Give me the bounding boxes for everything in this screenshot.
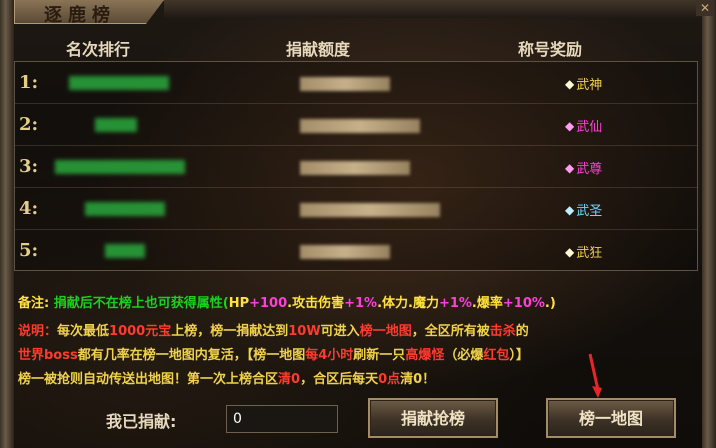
desc-text: （必爆 — [444, 348, 484, 363]
gem-icon: ◆ — [565, 202, 575, 217]
column-header-rank: 名次排行 — [66, 40, 131, 59]
title-reward-label: 武仙 — [576, 120, 603, 135]
desc-text: ，合区后每天 — [300, 372, 379, 387]
desc-highlight: 1000元宝 — [109, 324, 172, 339]
desc-text: 【榜一地图 — [246, 348, 306, 363]
donation-amount-blurred — [300, 161, 410, 175]
title-reward-label: 武尊 — [576, 162, 603, 177]
desc-text: ）】 — [509, 348, 529, 363]
desc-text: 刷新一只 — [353, 348, 406, 363]
player-name-blurred — [105, 244, 145, 258]
description-line-3: 榜一被抢则自动传送出地图！第一次上榜合区清0，合区后每天0点清0！ — [18, 368, 708, 392]
donation-amount-blurred — [300, 119, 420, 133]
close-button[interactable]: ✕ — [696, 0, 714, 16]
desc-text: 都有几率在榜一地图内复活， — [77, 348, 247, 363]
desc-text: ，全区所有被 — [411, 324, 490, 339]
window-title: 逐鹿榜 — [44, 5, 116, 26]
note-text: 捐献后不在榜上也可获得属性( — [53, 296, 229, 311]
desc-label: 说明： — [18, 324, 58, 339]
table-row: 3: ◆ 武尊 — [15, 146, 697, 188]
note-crit-value: +10% — [502, 296, 545, 311]
table-row: 1: ◆ 武神 — [15, 62, 697, 104]
donated-label: 我已捐献: — [106, 412, 177, 431]
donation-amount-blurred — [300, 245, 390, 259]
title-reward: ◆ 武尊 — [565, 158, 603, 178]
player-name-blurred — [55, 160, 185, 174]
note-label: 备注: — [18, 296, 50, 311]
column-header-amount: 捐献额度 — [286, 40, 351, 59]
rank-number: 3: — [19, 156, 39, 177]
note-hp-value: +100 — [249, 296, 288, 311]
desc-highlight: 榜一地图 — [359, 324, 412, 339]
desc-text: 每次最低 — [57, 324, 110, 339]
title-reward: ◆ 武圣 — [565, 200, 603, 220]
description-line-1: 说明：每次最低1000元宝上榜，榜一捐献达到10W可进入榜一地图，全区所有被击杀… — [18, 320, 708, 344]
top-strip — [164, 0, 702, 18]
desc-highlight: 清0 — [278, 372, 301, 387]
title-reward: ◆ 武狂 — [565, 242, 603, 262]
gem-icon: ◆ — [565, 118, 575, 133]
desc-highlight: 每4小时 — [305, 348, 354, 363]
rank-number: 5: — [19, 240, 39, 261]
ranking-panel: 逐鹿榜 ✕ 名次排行 捐献额度 称号奖励 1: ◆ 武神 2: ◆ 武仙 3: — [0, 0, 716, 448]
rank-number: 4: — [19, 198, 39, 219]
rank-number: 2: — [19, 114, 39, 135]
rank-number: 1: — [19, 72, 39, 93]
gem-icon: ◆ — [565, 160, 575, 175]
column-header-reward: 称号奖励 — [518, 40, 583, 59]
description-line-2: 世界boss都有几率在榜一地图内复活，【榜一地图每4小时刷新一只高爆怪（必爆红包… — [18, 344, 708, 368]
description: 说明：每次最低1000元宝上榜，榜一捐献达到10W可进入榜一地图，全区所有被击杀… — [18, 320, 708, 392]
note-crit: .爆率 — [471, 296, 503, 311]
note-attack: .攻击伤害 — [287, 296, 345, 311]
title-reward-label: 武狂 — [576, 246, 603, 261]
note-body-value: +1% — [438, 296, 472, 311]
player-name-blurred — [69, 76, 169, 90]
note-attack-value: +1% — [344, 296, 378, 311]
gem-icon: ◆ — [565, 76, 575, 91]
player-name-blurred — [95, 118, 137, 132]
desc-highlight: 高爆怪 — [405, 348, 445, 363]
title-reward: ◆ 武神 — [565, 74, 603, 94]
desc-text: 上榜，榜一捐献达到 — [171, 324, 289, 339]
desc-text: 的 — [515, 324, 529, 339]
title-reward-label: 武神 — [576, 78, 603, 93]
desc-text: 清0！ — [400, 372, 436, 387]
title-reward-label: 武圣 — [576, 204, 603, 219]
desc-text: 榜一被抢则自动传送出地图！第一次上榜合区 — [18, 372, 279, 387]
table-row: 5: ◆ 武狂 — [15, 230, 697, 272]
rank-one-map-button[interactable]: 榜一地图 — [546, 398, 676, 438]
desc-text: 可进入 — [320, 324, 360, 339]
title-reward: ◆ 武仙 — [565, 116, 603, 136]
note-line: 备注: 捐献后不在榜上也可获得属性(HP+100.攻击伤害+1%.体力.魔力+1… — [18, 292, 556, 311]
donation-amount-blurred — [300, 203, 440, 217]
ranking-table: 1: ◆ 武神 2: ◆ 武仙 3: ◆ 武尊 4: ◆ 武圣 5: ◆ 武狂 — [14, 61, 698, 271]
note-body: .体力.魔力 — [377, 296, 439, 311]
donation-amount-blurred — [300, 77, 390, 91]
desc-highlight: 10W — [288, 324, 321, 339]
desc-highlight: 击杀 — [489, 324, 516, 339]
table-row: 4: ◆ 武圣 — [15, 188, 697, 230]
desc-highlight: 世界boss — [18, 348, 78, 363]
player-name-blurred — [85, 202, 165, 216]
gem-icon: ◆ — [565, 244, 575, 259]
red-arrow-icon — [588, 353, 602, 398]
donated-amount-field[interactable]: 0 — [226, 405, 338, 433]
desc-highlight: 红包 — [483, 348, 510, 363]
frame-left — [0, 0, 14, 448]
table-row: 2: ◆ 武仙 — [15, 104, 697, 146]
note-hp: HP — [228, 296, 250, 311]
note-end: .) — [544, 296, 556, 311]
donate-button[interactable]: 捐献抢榜 — [368, 398, 498, 438]
desc-highlight: 0点 — [378, 372, 401, 387]
